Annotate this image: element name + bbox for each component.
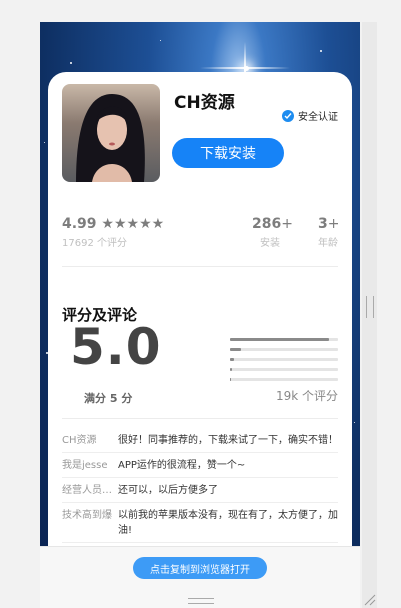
score-subtitle: 满分 5 分 — [84, 392, 133, 405]
star — [320, 50, 322, 52]
review-user: 我是jesse — [62, 460, 108, 471]
star — [70, 62, 72, 64]
rating-bar — [230, 358, 338, 361]
rating-value: 4.99 — [62, 216, 97, 232]
vertical-resize-grip[interactable] — [366, 296, 374, 318]
rating-bar-fill — [230, 358, 235, 361]
review-text: 还可以，以后方便多了 — [118, 485, 218, 496]
review-user: CH资源 — [62, 435, 97, 446]
star — [160, 40, 161, 41]
divider — [62, 266, 338, 267]
verified-badge: 安全认证 — [282, 108, 338, 123]
downloads-label: 安装 — [260, 238, 280, 249]
star — [44, 142, 45, 143]
rating-stat: 4.99 ★★★★★ — [62, 216, 164, 232]
app-card: CH资源 安全认证 下载安装 4.99 ★★★★★ 17692 个评分 286+… — [48, 72, 352, 562]
review-item: 经营人员20...还可以，以后方便多了 — [62, 478, 338, 503]
resize-corner-icon[interactable] — [362, 592, 376, 606]
rating-bar-fill — [230, 378, 232, 381]
rating-bar-fill — [230, 338, 330, 341]
downloads-plus: + — [281, 216, 293, 232]
portrait-icon — [76, 94, 145, 182]
age-plus: + — [327, 216, 340, 232]
rating-bar — [230, 378, 338, 381]
horizontal-resize-grip[interactable] — [188, 598, 214, 604]
review-text: 很好！同事推荐的，下载来试了一下，确实不错！ — [118, 435, 338, 446]
star — [354, 422, 355, 423]
rating-bar-fill — [230, 348, 241, 351]
downloads-value: 286 — [252, 216, 282, 232]
rating-bar — [230, 368, 338, 371]
download-button[interactable]: 下载安装 — [172, 138, 284, 168]
review-text: APP运作的很流程，赞一个~ — [118, 460, 246, 471]
bright-star — [244, 66, 249, 71]
app-name: CH资源 — [174, 93, 235, 113]
ratings-count: 19k 个评分 — [275, 389, 338, 403]
review-item: 我是jesse APP运作的很流程，赞一个~ — [62, 453, 338, 478]
age-label: 年龄 — [318, 238, 338, 249]
divider — [62, 418, 338, 419]
rating-bar — [230, 338, 338, 341]
rating-count: 17692 个评分 — [62, 238, 127, 249]
downloads-stat: 286+ — [252, 216, 293, 232]
age-value: 3 — [318, 216, 328, 232]
rating-bar-fill — [230, 368, 233, 371]
review-user: 技术高到爆 — [62, 510, 112, 521]
review-item: CH资源 很好！同事推荐的，下载来试了一下，确实不错！ — [62, 428, 338, 453]
check-shield-icon — [282, 109, 294, 122]
app-icon-image — [62, 84, 160, 182]
star-icons: ★★★★★ — [101, 216, 165, 232]
phone-frame: CH资源 安全认证 下载安装 4.99 ★★★★★ 17692 个评分 286+… — [40, 22, 360, 608]
review-list: CH资源 很好！同事推荐的，下载来试了一下，确实不错！ 我是jesse APP运作的很… — [62, 428, 338, 543]
review-user: 经营人员20... — [62, 485, 118, 496]
big-score: 5.0 — [70, 318, 162, 376]
rating-distribution — [230, 338, 338, 388]
review-text: 以前我的苹果版本没有，现在有了，太方便了，加油! — [118, 510, 338, 536]
age-stat: 3+ — [318, 216, 339, 232]
review-item: 技术高到爆 以前我的苹果版本没有，现在有了，太方便了，加油! — [62, 503, 338, 543]
open-in-browser-button[interactable]: 点击复制到浏览器打开 — [133, 557, 267, 579]
verified-label: 安全认证 — [298, 112, 338, 123]
rating-bar — [230, 348, 338, 351]
